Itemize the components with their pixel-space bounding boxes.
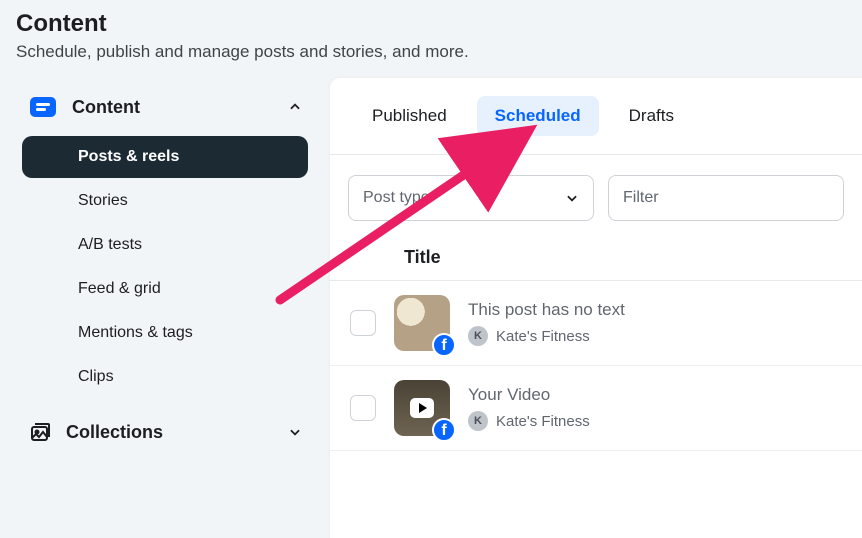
page-title: Content	[16, 10, 846, 38]
row-account: Kate's Fitness	[496, 328, 590, 345]
sidebar-subnav: Posts & reels Stories A/B tests Feed & g…	[16, 136, 314, 398]
tabs: Published Scheduled Drafts	[330, 96, 862, 154]
sidebar-item-stories[interactable]: Stories	[22, 180, 308, 222]
sidebar-item-clips[interactable]: Clips	[22, 356, 308, 398]
facebook-badge-icon: f	[432, 333, 456, 357]
content-icon	[28, 92, 58, 122]
chevron-down-icon	[288, 425, 302, 439]
chevron-down-icon	[565, 191, 579, 205]
image-stack-icon	[28, 420, 52, 444]
filter-row: Post type Filter	[330, 154, 862, 221]
tab-scheduled[interactable]: Scheduled	[477, 96, 599, 136]
sidebar-item-posts-reels[interactable]: Posts & reels	[22, 136, 308, 178]
table-row[interactable]: f This post has no text K Kate's Fitness	[330, 281, 862, 366]
sidebar-item-feed-grid[interactable]: Feed & grid	[22, 268, 308, 310]
post-thumbnail: f	[394, 380, 450, 436]
tab-drafts[interactable]: Drafts	[611, 96, 692, 136]
sidebar: Content Posts & reels Stories A/B tests …	[0, 78, 330, 538]
chevron-up-icon	[288, 100, 302, 114]
table-row[interactable]: f Your Video K Kate's Fitness	[330, 366, 862, 451]
page-subtitle: Schedule, publish and manage posts and s…	[16, 42, 846, 62]
row-checkbox[interactable]	[350, 310, 376, 336]
account-avatar: K	[468, 326, 488, 346]
filter-input[interactable]: Filter	[608, 175, 844, 221]
filter-placeholder: Filter	[623, 189, 659, 207]
account-avatar: K	[468, 411, 488, 431]
video-icon	[410, 398, 434, 418]
post-type-placeholder: Post type	[363, 189, 430, 207]
table-rows: f This post has no text K Kate's Fitness…	[330, 281, 862, 451]
row-title: This post has no text	[468, 300, 625, 320]
sidebar-group-collections[interactable]: Collections	[16, 412, 314, 452]
sidebar-group-label: Content	[72, 97, 274, 118]
sidebar-item-ab-tests[interactable]: A/B tests	[22, 224, 308, 266]
post-type-select[interactable]: Post type	[348, 175, 594, 221]
tab-published[interactable]: Published	[354, 96, 465, 136]
row-checkbox[interactable]	[350, 395, 376, 421]
post-thumbnail: f	[394, 295, 450, 351]
row-account: Kate's Fitness	[496, 413, 590, 430]
facebook-badge-icon: f	[432, 418, 456, 442]
sidebar-group-label: Collections	[66, 422, 274, 443]
sidebar-group-content[interactable]: Content	[16, 84, 314, 130]
sidebar-item-mentions-tags[interactable]: Mentions & tags	[22, 312, 308, 354]
row-title: Your Video	[468, 385, 590, 405]
main-panel: Published Scheduled Drafts Post type Fil…	[330, 78, 862, 538]
table-header-title: Title	[330, 221, 862, 281]
